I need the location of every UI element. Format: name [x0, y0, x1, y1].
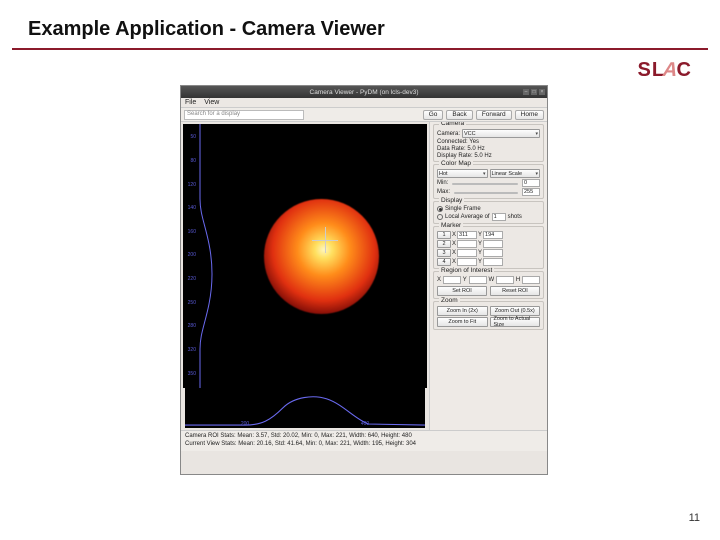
min-slider[interactable] [450, 180, 520, 187]
zoom-actual-button[interactable]: Zoom to Actual Size [490, 317, 541, 327]
marker-panel: Marker 1X311Y194 2XY 3XY 4XY [433, 226, 544, 269]
marker-4[interactable]: 4 [437, 258, 451, 266]
app-window: Camera Viewer - PyDM (on lcls-dev3) – □ … [180, 85, 548, 475]
max-slider[interactable] [452, 189, 520, 196]
titlebar: Camera Viewer - PyDM (on lcls-dev3) – □ … [181, 86, 547, 98]
zoom-panel: Zoom Zoom In (2x)Zoom Out (0.5x) Zoom to… [433, 301, 544, 330]
crosshair-marker-icon [312, 227, 338, 253]
camera-panel: Camera Camera: VCC▾ Connected: Yes Data … [433, 124, 544, 162]
connected-status: Connected: Yes [437, 139, 540, 145]
slac-logo: SLAC [638, 59, 692, 82]
colormap-select[interactable]: Hot▾ [437, 169, 488, 178]
stats-bar: Camera ROI Stats: Mean: 3.57, Std: 20.02… [181, 430, 547, 451]
home-button[interactable]: Home [515, 110, 544, 120]
menu-file[interactable]: File [185, 99, 196, 106]
y-profile [197, 124, 215, 388]
stats-line-2: Current View Stats: Mean: 20.16, Std: 41… [185, 441, 543, 449]
display-rate: Display Rate: 5.0 Hz [437, 153, 540, 159]
minimize-icon[interactable]: – [523, 89, 529, 95]
back-button[interactable]: Back [446, 110, 472, 120]
set-roi-button[interactable]: Set ROI [437, 286, 487, 296]
menubar: File View [181, 98, 547, 108]
stats-line-1: Camera ROI Stats: Mean: 3.57, Std: 20.02… [185, 433, 543, 441]
close-icon[interactable]: × [539, 89, 545, 95]
forward-button[interactable]: Forward [476, 110, 512, 120]
camera-select[interactable]: VCC▾ [462, 129, 540, 138]
divider [12, 48, 708, 50]
maximize-icon[interactable]: □ [531, 89, 537, 95]
x-profile: 200400 [185, 388, 425, 428]
image-content [264, 199, 379, 314]
image-area: 5080120 140160200 220250280 320350 [183, 124, 427, 388]
control-panel: Camera Camera: VCC▾ Connected: Yes Data … [429, 122, 547, 430]
avg-count[interactable]: 1 [492, 213, 506, 221]
toolbar: Search for a display Go Back Forward Hom… [181, 108, 547, 122]
marker-1[interactable]: 1 [437, 231, 451, 239]
data-rate: Data Rate: 5.0 Hz [437, 146, 540, 152]
min-value[interactable]: 0 [522, 179, 540, 187]
max-value[interactable]: 255 [522, 188, 540, 196]
marker-2[interactable]: 2 [437, 240, 451, 248]
zoom-fit-button[interactable]: Zoom to Fit [437, 317, 488, 327]
display-panel: Display Single Frame Local Average of1sh… [433, 201, 544, 224]
roi-panel: Region of Interest XYWH Set ROIReset ROI [433, 271, 544, 299]
go-button[interactable]: Go [423, 110, 444, 120]
search-input[interactable]: Search for a display [184, 110, 304, 120]
single-frame-radio[interactable] [437, 206, 443, 212]
avg-radio[interactable] [437, 214, 443, 220]
camera-image[interactable] [215, 124, 427, 388]
slide-title: Example Application - Camera Viewer [28, 18, 385, 41]
page-number: 11 [689, 512, 700, 524]
scale-select[interactable]: Linear Scale▾ [490, 169, 541, 178]
marker-3[interactable]: 3 [437, 249, 451, 257]
y-axis: 5080120 140160200 220250280 320350 [183, 124, 197, 388]
menu-view[interactable]: View [204, 99, 219, 106]
zoom-out-button[interactable]: Zoom Out (0.5x) [490, 306, 541, 316]
reset-roi-button[interactable]: Reset ROI [490, 286, 540, 296]
window-title: Camera Viewer - PyDM (on lcls-dev3) [310, 89, 419, 96]
colormap-panel: Color Map Hot▾ Linear Scale▾ Min:0 Max:2… [433, 164, 544, 199]
zoom-in-button[interactable]: Zoom In (2x) [437, 306, 488, 316]
